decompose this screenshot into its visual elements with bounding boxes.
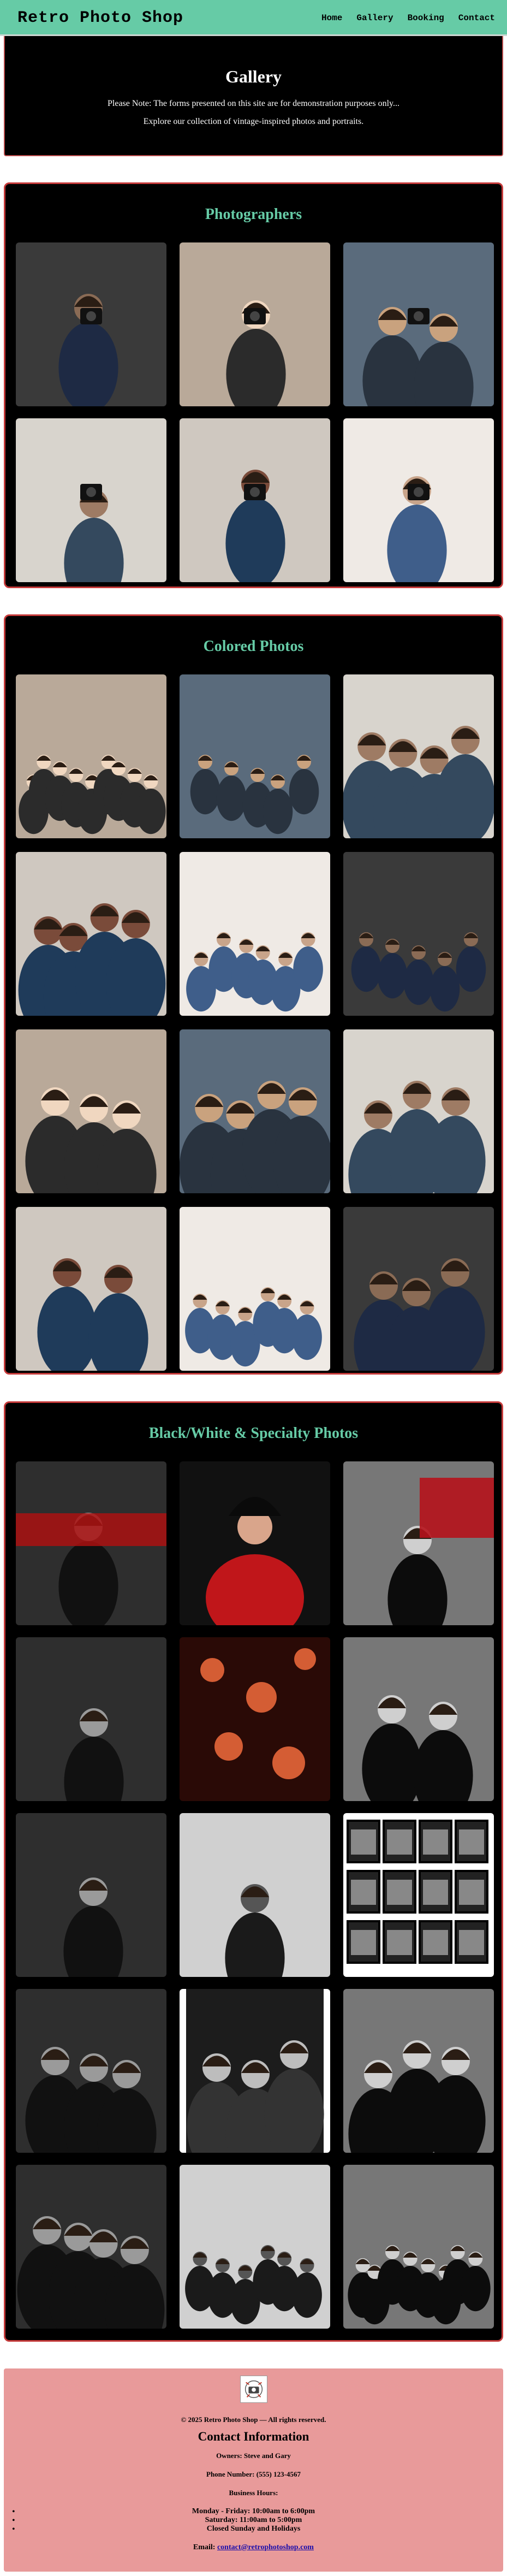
section-title-bw: Black/White & Specialty Photos [148,1425,359,1442]
gallery-photo[interactable] [16,1813,166,1977]
gallery-photo[interactable] [16,1461,166,1625]
email-label: Email: [193,2543,216,2551]
gallery-photo[interactable] [16,674,166,838]
gallery-photo[interactable] [180,1461,330,1625]
bw-specialty-section: Black/White & Specialty Photos [4,1401,503,2342]
gallery-photo[interactable] [180,2165,330,2329]
hours-weekday: Monday - Friday: 10:00am to 6:00pm [192,2507,315,2515]
gallery-photo[interactable] [343,242,494,406]
nav-gallery-link[interactable]: Gallery [356,13,393,23]
top-nav: Retro Photo Shop Home Gallery Booking Co… [0,0,507,36]
gallery-photo[interactable] [16,1989,166,2153]
nav-contact-link[interactable]: Contact [458,13,495,23]
brand-logo-text[interactable]: Retro Photo Shop [17,9,183,27]
gallery-photo[interactable] [343,1207,494,1371]
nav-booking-link[interactable]: Booking [408,13,444,23]
hero-subtitle: Explore our collection of vintage-inspir… [143,117,364,126]
gallery-photo[interactable] [180,1637,330,1801]
copyright-text: © 2025 Retro Photo Shop — All rights res… [181,2415,326,2424]
demo-note: Please Note: The forms presented on this… [108,99,399,108]
gallery-photo[interactable] [343,1029,494,1193]
section-title-colored: Colored Photos [203,638,304,655]
gallery-photo[interactable] [16,1637,166,1801]
gallery-photo[interactable] [343,674,494,838]
gallery-photo[interactable] [180,1813,330,1977]
page-title: Gallery [225,67,282,86]
gallery-photo[interactable] [180,418,330,582]
email-link[interactable]: contact@retrophotoshop.com [217,2543,314,2551]
gallery-photo[interactable] [180,1989,330,2153]
owners-text: Owners: Steve and Gary [216,2451,291,2460]
gallery-photo[interactable] [180,674,330,838]
gallery-photo[interactable] [16,852,166,1016]
gallery-photo[interactable] [343,1989,494,2153]
gallery-photo[interactable] [180,852,330,1016]
nav-home-link[interactable]: Home [321,13,342,23]
shop-logo-image [240,2376,267,2403]
section-title-photographers: Photographers [205,206,302,223]
gallery-photo[interactable] [180,1029,330,1193]
gallery-photo[interactable] [343,1637,494,1801]
colored-photos-section: Colored Photos [4,614,503,1375]
gallery-photo[interactable] [180,1207,330,1371]
photographers-section: Photographers [4,182,503,588]
gallery-photo[interactable] [180,242,330,406]
gallery-photo[interactable] [16,1029,166,1193]
hours-saturday: Saturday: 11:00am to 5:00pm [205,2516,302,2524]
gallery-photo[interactable] [343,1461,494,1625]
gallery-photo[interactable] [16,242,166,406]
gallery-photo[interactable] [343,852,494,1016]
hours-closed: Closed Sunday and Holidays [206,2525,301,2533]
gallery-photo[interactable] [343,418,494,582]
gallery-photo[interactable] [343,2165,494,2329]
gallery-photo[interactable] [343,1813,494,1977]
site-footer: © 2025 Retro Photo Shop — All rights res… [4,2368,503,2572]
gallery-photo[interactable] [16,1207,166,1371]
contact-heading: Contact Information [198,2430,309,2443]
nav-menu: Home Gallery Booking Contact [321,13,495,23]
hours-heading: Business Hours: [229,2489,278,2497]
email-line: Email: contact@retrophotoshop.com [4,2543,503,2552]
gallery-photo[interactable] [16,2165,166,2329]
gallery-hero: Gallery Please Note: The forms presented… [4,36,503,156]
phone-text: Phone Number: (555) 123-4567 [206,2470,301,2478]
gallery-photo[interactable] [16,418,166,582]
